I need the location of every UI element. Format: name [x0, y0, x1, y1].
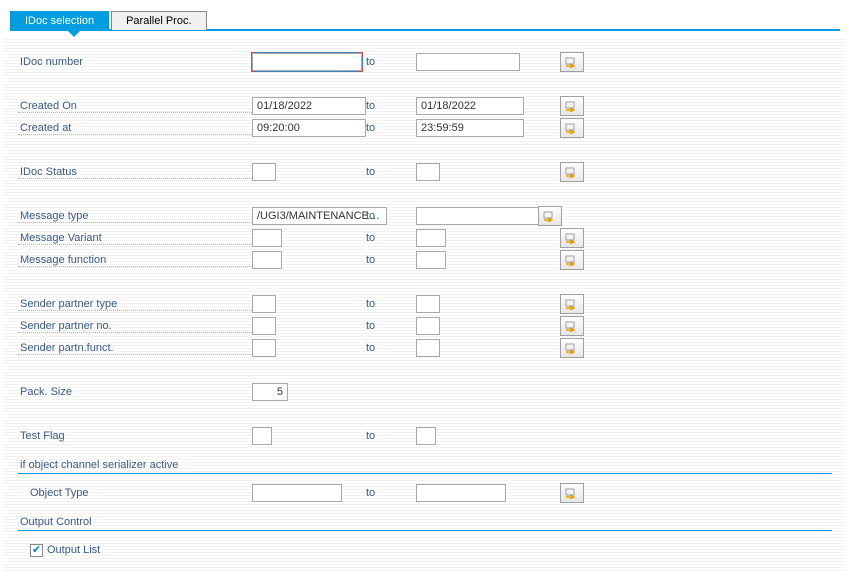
idoc-status-to-input[interactable] [416, 163, 440, 181]
message-function-from-input[interactable] [252, 251, 282, 269]
multiple-selection-button[interactable] [560, 162, 584, 182]
pack-size-input[interactable] [252, 383, 288, 401]
to-label: to [366, 56, 416, 68]
label-message-variant: Message Variant [18, 232, 252, 245]
created-at-from-input[interactable] [252, 119, 366, 137]
group-title-serializer: if object channel serializer active [18, 457, 832, 474]
message-variant-from-input[interactable] [252, 229, 282, 247]
sender-pfunc-to-input[interactable] [416, 339, 440, 357]
message-variant-to-input[interactable] [416, 229, 446, 247]
multiple-selection-button[interactable] [560, 118, 584, 138]
tab-idoc-selection[interactable]: IDoc selection [10, 11, 109, 30]
arrow-right-icon [565, 166, 579, 178]
arrow-right-icon [565, 298, 579, 310]
idoc-number-from-input[interactable] [252, 53, 362, 71]
output-list-checkbox[interactable]: ✔ [30, 544, 43, 557]
to-label: to [366, 487, 416, 499]
to-label: to [366, 298, 416, 310]
label-created-on: Created On [18, 100, 252, 113]
multiple-selection-button[interactable] [538, 206, 562, 226]
multiple-selection-button[interactable] [560, 294, 584, 314]
label-sender-partner-type: Sender partner type [18, 298, 252, 311]
group-title-output-control: Output Control [18, 514, 832, 531]
message-function-to-input[interactable] [416, 251, 446, 269]
label-test-flag: Test Flag [18, 430, 252, 442]
arrow-right-icon [565, 487, 579, 499]
to-label: to [366, 232, 416, 244]
label-message-function: Message function [18, 254, 252, 267]
idoc-status-from-input[interactable] [252, 163, 276, 181]
to-label: to [366, 210, 416, 222]
multiple-selection-button[interactable] [560, 250, 584, 270]
to-label: to [366, 100, 416, 112]
to-label: to [366, 320, 416, 332]
arrow-right-icon [565, 56, 579, 68]
test-flag-from-input[interactable] [252, 427, 272, 445]
object-type-from-input[interactable] [252, 484, 342, 502]
sender-ptype-from-input[interactable] [252, 295, 276, 313]
label-sender-partn-func: Sender partn.funct. [18, 342, 252, 355]
sender-pno-from-input[interactable] [252, 317, 276, 335]
to-label: to [366, 430, 416, 442]
arrow-right-icon [565, 232, 579, 244]
to-label: to [366, 254, 416, 266]
multiple-selection-button[interactable] [560, 316, 584, 336]
multiple-selection-button[interactable] [560, 228, 584, 248]
to-label: to [366, 122, 416, 134]
object-type-to-input[interactable] [416, 484, 506, 502]
multiple-selection-button[interactable] [560, 338, 584, 358]
arrow-right-icon [565, 342, 579, 354]
label-object-type: Object Type [30, 487, 252, 499]
label-output-list: Output List [47, 544, 100, 556]
idoc-number-to-input[interactable] [416, 53, 520, 71]
arrow-right-icon [543, 210, 557, 222]
check-icon: ✔ [32, 545, 41, 556]
sender-ptype-to-input[interactable] [416, 295, 440, 313]
label-idoc-number: IDoc number [18, 56, 252, 68]
multiple-selection-button[interactable] [560, 52, 584, 72]
label-idoc-status: IDoc Status [18, 166, 252, 179]
multiple-selection-button[interactable] [560, 483, 584, 503]
label-pack-size: Pack. Size [18, 386, 252, 398]
sender-pno-to-input[interactable] [416, 317, 440, 335]
arrow-right-icon [565, 122, 579, 134]
label-sender-partner-no: Sender partner no. [18, 320, 252, 333]
created-on-to-input[interactable] [416, 97, 524, 115]
arrow-right-icon [565, 320, 579, 332]
label-message-type: Message type [18, 210, 252, 223]
test-flag-to-input[interactable] [416, 427, 436, 445]
message-type-to-input[interactable] [416, 207, 546, 225]
to-label: to [366, 166, 416, 178]
to-label: to [366, 342, 416, 354]
multiple-selection-button[interactable] [560, 96, 584, 116]
tab-parallel-proc[interactable]: Parallel Proc. [111, 11, 206, 30]
arrow-right-icon [565, 254, 579, 266]
arrow-right-icon [565, 100, 579, 112]
label-created-at: Created at [18, 122, 252, 135]
created-on-from-input[interactable] [252, 97, 366, 115]
sender-pfunc-from-input[interactable] [252, 339, 276, 357]
created-at-to-input[interactable] [416, 119, 524, 137]
